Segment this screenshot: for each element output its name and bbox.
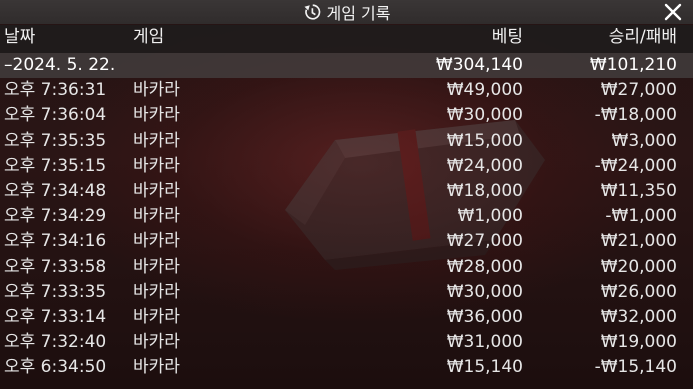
- row-winloss: ₩11,350: [600, 180, 677, 201]
- row-game: 바카라: [133, 130, 180, 151]
- history-table: –2024. 5. 22. ₩304,140 ₩101,210 오후 7:36:…: [0, 53, 693, 380]
- date-group-bet: ₩304,140: [435, 55, 523, 75]
- table-row[interactable]: 오후 7:34:29 바카라 ₩1,000 -₩1,000: [0, 204, 693, 229]
- table-row[interactable]: 오후 7:35:35 바카라 ₩15,000 ₩3,000: [0, 129, 693, 154]
- row-game: 바카라: [133, 180, 180, 201]
- row-bet: ₩49,000: [446, 80, 523, 101]
- table-row[interactable]: 오후 7:34:48 바카라 ₩18,000 ₩11,350: [0, 179, 693, 204]
- row-winloss: -₩18,000: [594, 105, 677, 126]
- title-wrap: 게임 기록: [303, 0, 391, 24]
- row-game: 바카라: [133, 155, 180, 176]
- row-time: 오후 7:33:35: [4, 281, 107, 302]
- table-row[interactable]: 오후 7:35:15 바카라 ₩24,000 -₩24,000: [0, 154, 693, 179]
- page-title: 게임 기록: [326, 4, 391, 23]
- close-button[interactable]: [661, 0, 685, 24]
- date-group-row[interactable]: –2024. 5. 22. ₩304,140 ₩101,210: [0, 53, 693, 79]
- table-row[interactable]: 오후 6:34:50 바카라 ₩15,140 -₩15,140: [0, 355, 693, 380]
- table-row[interactable]: 오후 7:33:35 바카라 ₩30,000 ₩26,000: [0, 280, 693, 305]
- row-time: 오후 7:33:58: [4, 256, 107, 277]
- row-winloss: -₩15,140: [594, 357, 677, 378]
- row-game: 바카라: [133, 306, 180, 327]
- row-time: 오후 7:36:31: [4, 80, 107, 101]
- row-time: 오후 7:34:29: [4, 206, 107, 227]
- row-winloss: -₩24,000: [594, 155, 677, 176]
- row-game: 바카라: [133, 105, 180, 126]
- row-bet: ₩27,000: [446, 231, 523, 252]
- row-winloss: ₩21,000: [600, 231, 677, 252]
- row-winloss: ₩26,000: [600, 281, 677, 302]
- row-game: 바카라: [133, 357, 180, 378]
- row-time: 오후 7:33:14: [4, 306, 107, 327]
- row-time: 오후 6:34:50: [4, 357, 107, 378]
- row-game: 바카라: [133, 80, 180, 101]
- table-row[interactable]: 오후 7:33:14 바카라 ₩36,000 ₩32,000: [0, 305, 693, 330]
- row-time: 오후 7:34:16: [4, 231, 107, 252]
- row-bet: ₩1,000: [457, 206, 523, 227]
- row-bet: ₩15,140: [446, 357, 523, 378]
- row-time: 오후 7:35:15: [4, 155, 107, 176]
- date-group-winloss: ₩101,210: [589, 55, 677, 75]
- table-row[interactable]: 오후 7:32:40 바카라 ₩31,000 ₩19,000: [0, 330, 693, 355]
- header-bet: 베팅: [491, 27, 523, 47]
- row-bet: ₩36,000: [446, 306, 523, 327]
- table-row[interactable]: 오후 7:33:58 바카라 ₩28,000 ₩20,000: [0, 255, 693, 280]
- row-game: 바카라: [133, 332, 180, 353]
- row-time: 오후 7:32:40: [4, 332, 107, 353]
- row-winloss: ₩20,000: [600, 256, 677, 277]
- row-bet: ₩30,000: [446, 281, 523, 302]
- date-group-date: –2024. 5. 22.: [4, 55, 116, 75]
- table-row[interactable]: 오후 7:36:31 바카라 ₩49,000 ₩27,000: [0, 78, 693, 103]
- row-bet: ₩24,000: [446, 155, 523, 176]
- title-bar: 게임 기록: [0, 0, 693, 24]
- row-bet: ₩30,000: [446, 105, 523, 126]
- row-winloss: -₩1,000: [605, 206, 677, 227]
- history-icon: [304, 4, 320, 20]
- row-winloss: ₩3,000: [611, 130, 677, 151]
- header-winloss: 승리/패배: [608, 27, 677, 47]
- row-bet: ₩28,000: [446, 256, 523, 277]
- row-time: 오후 7:34:48: [4, 180, 107, 201]
- row-bet: ₩18,000: [446, 180, 523, 201]
- row-bet: ₩15,000: [446, 130, 523, 151]
- row-bet: ₩31,000: [446, 332, 523, 353]
- table-row[interactable]: 오후 7:34:16 바카라 ₩27,000 ₩21,000: [0, 229, 693, 254]
- row-time: 오후 7:35:35: [4, 130, 107, 151]
- row-game: 바카라: [133, 281, 180, 302]
- row-game: 바카라: [133, 231, 180, 252]
- row-winloss: ₩19,000: [600, 332, 677, 353]
- row-time: 오후 7:36:04: [4, 105, 107, 126]
- table-row[interactable]: 오후 7:36:04 바카라 ₩30,000 -₩18,000: [0, 103, 693, 128]
- close-icon: [664, 3, 682, 21]
- row-winloss: ₩32,000: [600, 306, 677, 327]
- header-date: 날짜: [4, 27, 36, 47]
- header-game: 게임: [133, 27, 165, 47]
- row-winloss: ₩27,000: [600, 80, 677, 101]
- row-game: 바카라: [133, 206, 180, 227]
- table-header: 날짜 게임 베팅 승리/패배: [0, 25, 693, 53]
- row-game: 바카라: [133, 256, 180, 277]
